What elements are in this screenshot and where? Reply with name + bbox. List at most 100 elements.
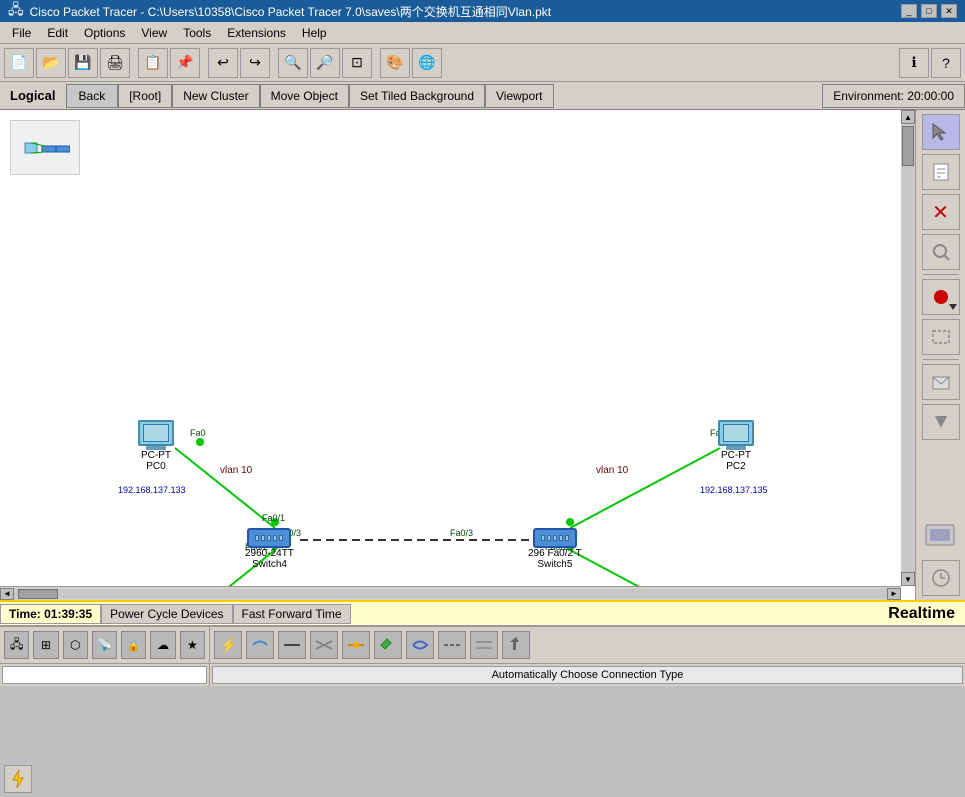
copy-button[interactable]: 📋 <box>138 48 168 78</box>
switch4-device[interactable]: 2960-24TT Switch4 <box>245 528 294 570</box>
window-controls: _ □ ✕ <box>901 4 957 18</box>
zoom-button[interactable]: 🔍 <box>278 48 308 78</box>
titlebar: 🖧 Cisco Packet Tracer - C:\Users\10358\C… <box>0 0 965 22</box>
pc2-icon <box>718 420 754 446</box>
network-button[interactable]: 🌐 <box>412 48 442 78</box>
sw5-port3-label: Fa0/3 <box>450 528 473 538</box>
delete-tool-button[interactable]: ✕ <box>922 194 960 230</box>
pc0-name-label: PC0 <box>146 461 165 472</box>
phone-connect-button[interactable] <box>374 631 402 659</box>
menu-extensions[interactable]: Extensions <box>219 24 294 42</box>
connection-type-label: Automatically Choose Connection Type <box>212 666 963 684</box>
time-display: Time: 01:39:35 <box>0 604 101 624</box>
palette-button[interactable]: 🎨 <box>380 48 410 78</box>
dashed-rect-button[interactable] <box>922 319 960 355</box>
undo-button[interactable]: ↩ <box>208 48 238 78</box>
menu-file[interactable]: File <box>4 24 39 42</box>
minimize-button[interactable]: _ <box>901 4 917 18</box>
horizontal-scrollbar[interactable]: ◄ ► <box>0 586 901 600</box>
scroll-right-button[interactable]: ► <box>887 588 901 600</box>
set-tiled-bg-button[interactable]: Set Tiled Background <box>349 84 485 108</box>
realtime-label: Realtime <box>888 605 965 623</box>
down-arrow-button[interactable] <box>922 404 960 440</box>
device-bar: 🖧 ⊞ ⬡ 📡 🔒 ☁ ★ ⚡ <box>0 626 965 686</box>
menu-view[interactable]: View <box>133 24 175 42</box>
viewport-button[interactable]: Viewport <box>485 84 553 108</box>
open-button[interactable]: 📂 <box>36 48 66 78</box>
zoom-fit-button[interactable]: ⊡ <box>342 48 372 78</box>
wan-category[interactable]: ☁ <box>150 631 175 659</box>
new-button[interactable]: 📄 <box>4 48 34 78</box>
close-button[interactable]: ✕ <box>941 4 957 18</box>
clock-button[interactable] <box>922 560 960 596</box>
scroll-left-button[interactable]: ◄ <box>0 588 14 600</box>
hub-category[interactable]: ⬡ <box>63 631 88 659</box>
pc0-port-label: Fa0 <box>190 428 206 438</box>
info-button[interactable]: ℹ <box>899 48 929 78</box>
paste-button[interactable]: 📌 <box>170 48 200 78</box>
security-category[interactable]: 🔒 <box>121 631 146 659</box>
zoom-tool-button[interactable] <box>922 234 960 270</box>
pc0-device[interactable]: PC-PT PC0 <box>138 420 174 472</box>
custom-category[interactable]: ★ <box>180 631 205 659</box>
note-tool-button[interactable] <box>922 154 960 190</box>
switch5-type-label: 296 Fa0/2 T <box>528 548 582 559</box>
menu-tools[interactable]: Tools <box>175 24 219 42</box>
scroll-track[interactable] <box>901 124 915 572</box>
app-icon: 🖧 <box>8 0 24 23</box>
save-button[interactable]: 💾 <box>68 48 98 78</box>
menubar: File Edit Options View Tools Extensions … <box>0 22 965 44</box>
menu-edit[interactable]: Edit <box>39 24 76 42</box>
maximize-button[interactable]: □ <box>921 4 937 18</box>
serial-connect-button[interactable] <box>438 631 466 659</box>
print-button[interactable]: 🖨 <box>100 48 130 78</box>
back-button[interactable]: Back <box>66 84 119 108</box>
device-categories: 🖧 ⊞ ⬡ 📡 🔒 ☁ ★ <box>0 627 210 686</box>
switch5-device[interactable]: 296 Fa0/2 T Switch5 <box>528 528 582 570</box>
connection-section: ⚡ <box>210 627 965 686</box>
wireless-category[interactable]: 📡 <box>92 631 117 659</box>
console-connect-button[interactable] <box>246 631 274 659</box>
pc2-type-label: PC-PT <box>721 450 751 461</box>
scroll-up-button[interactable]: ▲ <box>901 110 915 124</box>
auto-connect-button[interactable]: ⚡ <box>214 631 242 659</box>
device-name-display <box>2 666 207 684</box>
environment-label: Environment: 20:00:00 <box>822 84 965 108</box>
coax-connect-button[interactable] <box>406 631 434 659</box>
crossover-connect-button[interactable] <box>310 631 338 659</box>
fast-forward-button[interactable]: Fast Forward Time <box>233 604 351 624</box>
move-object-button[interactable]: Move Object <box>260 84 349 108</box>
vlan10-left-label: vlan 10 <box>220 465 252 476</box>
canvas[interactable]: vlan 10 vlan 20 vlan 10 vlan 20 Fa0 Fa0/… <box>0 110 915 600</box>
straight-connect-button[interactable] <box>278 631 306 659</box>
octal-connect-button[interactable] <box>470 631 498 659</box>
new-cluster-button[interactable]: New Cluster <box>172 84 259 108</box>
fiber-connect-button[interactable] <box>342 631 370 659</box>
pc0-icon <box>138 420 174 446</box>
circle-draw-button[interactable] <box>922 279 960 315</box>
scroll-thumb[interactable] <box>902 126 914 166</box>
menu-help[interactable]: Help <box>294 24 335 42</box>
redo-button[interactable]: ↪ <box>240 48 270 78</box>
help-button[interactable]: ? <box>931 48 961 78</box>
zoom-out-button[interactable]: 🔎 <box>310 48 340 78</box>
vertical-scrollbar[interactable]: ▲ ▼ <box>901 110 915 586</box>
pc0-ip: 192.168.137.133 <box>118 485 186 495</box>
power-cycle-button[interactable]: Power Cycle Devices <box>101 604 232 624</box>
cursor-tool-button[interactable] <box>922 114 960 150</box>
main-area: vlan 10 vlan 20 vlan 10 vlan 20 Fa0 Fa0/… <box>0 110 965 600</box>
mail-button[interactable] <box>922 364 960 400</box>
switch5-name-label: Switch5 <box>537 559 572 570</box>
connection-type-row: ⚡ <box>210 627 965 664</box>
network-diagram <box>0 110 915 600</box>
switch-category[interactable]: ⊞ <box>33 631 58 659</box>
switch4-name-label: Switch4 <box>252 559 287 570</box>
router-category[interactable]: 🖧 <box>4 631 29 659</box>
hscroll-track[interactable] <box>14 589 887 599</box>
scroll-down-button[interactable]: ▼ <box>901 572 915 586</box>
realtime-mode-button[interactable] <box>4 765 32 793</box>
pc2-device[interactable]: PC-PT PC2 <box>718 420 754 472</box>
menu-options[interactable]: Options <box>76 24 133 42</box>
usb-connect-button[interactable] <box>502 631 530 659</box>
hscroll-thumb[interactable] <box>18 589 58 599</box>
